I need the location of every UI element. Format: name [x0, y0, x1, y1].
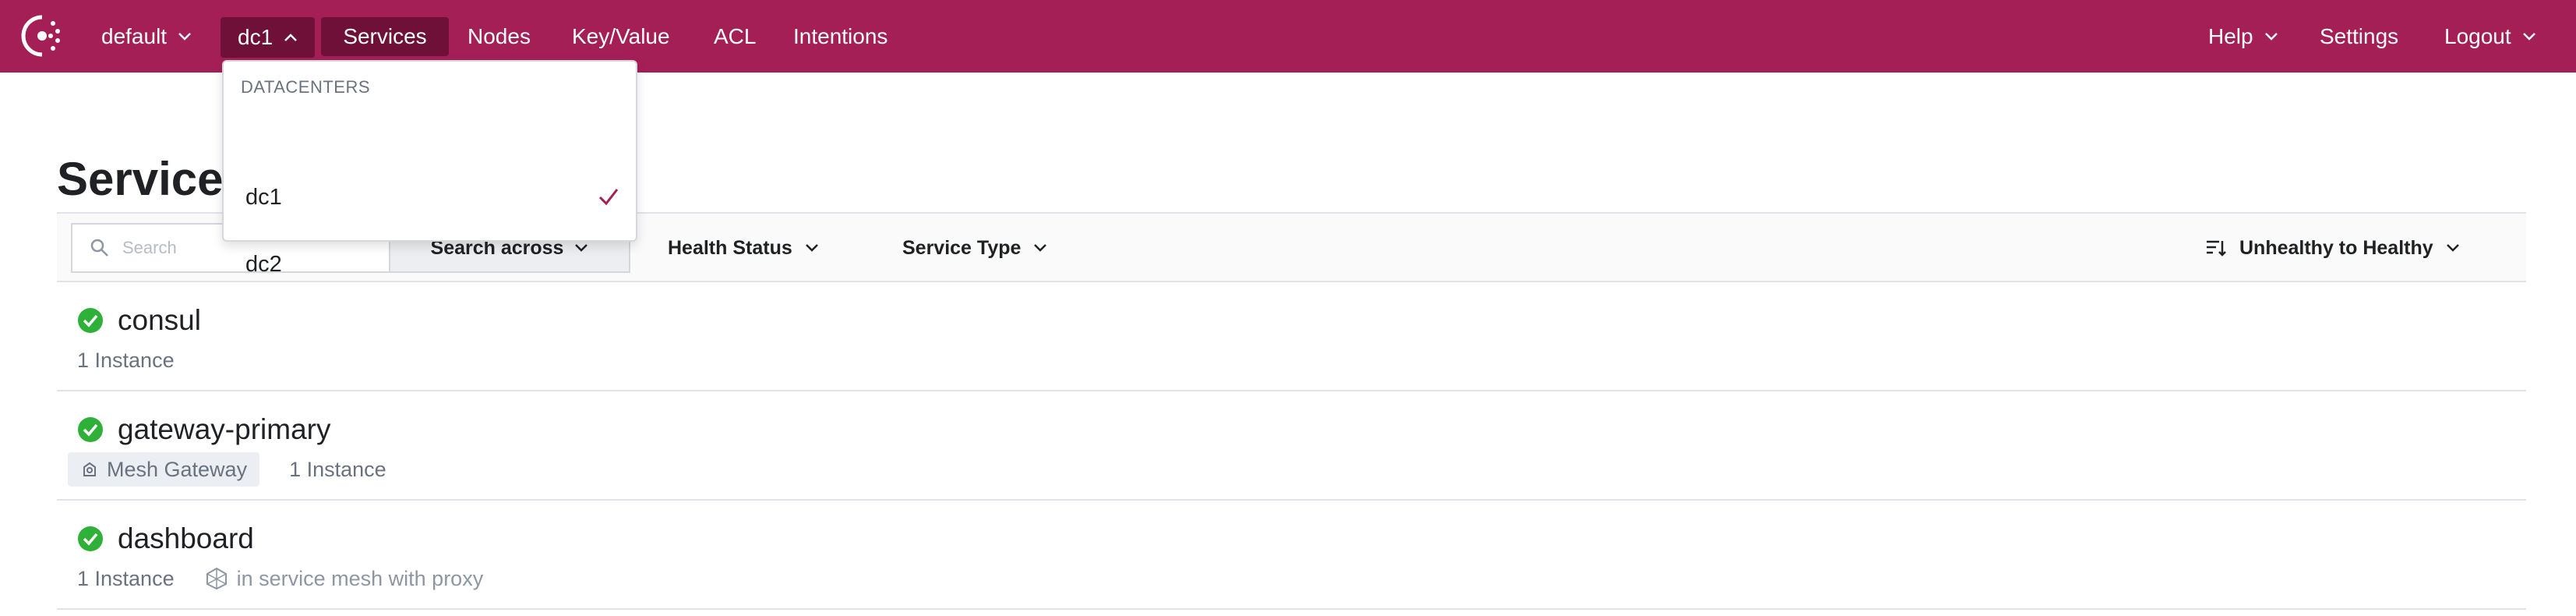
- instance-count: 1 Instance: [77, 348, 175, 372]
- datacenter-option-dc2[interactable]: dc2: [225, 236, 636, 292]
- service-name: dashboard: [118, 522, 254, 554]
- sort-selector[interactable]: Unhealthy to Healthy: [2205, 225, 2460, 271]
- nav-nodes[interactable]: Nodes: [449, 17, 549, 56]
- chevron-down-icon: [178, 33, 191, 41]
- chevron-down-icon: [2264, 33, 2278, 41]
- datacenter-option-label: dc1: [245, 184, 282, 210]
- nav-services-label: Services: [343, 24, 427, 48]
- service-name: gateway-primary: [118, 413, 331, 445]
- health-status-filter[interactable]: Health Status: [668, 225, 819, 271]
- nav-intentions-label: Intentions: [793, 24, 888, 48]
- nav-intentions[interactable]: Intentions: [775, 17, 906, 56]
- check-icon: [598, 189, 619, 206]
- check-circle-icon: [78, 308, 103, 333]
- service-link[interactable]: dashboard: [77, 522, 254, 555]
- datacenter-menu-header: DATACENTERS: [241, 77, 371, 97]
- datacenter-option-label: dc2: [245, 251, 282, 277]
- service-mesh-indicator: in service mesh with proxy: [204, 566, 484, 591]
- check-circle-icon: [78, 526, 103, 551]
- help-menu[interactable]: Help: [2190, 17, 2297, 56]
- nav-services[interactable]: Services: [321, 17, 449, 56]
- help-label: Help: [2208, 24, 2253, 48]
- datacenter-selector[interactable]: dc1: [221, 17, 316, 58]
- nav-acl[interactable]: ACL: [695, 17, 775, 56]
- service-row-dashboard[interactable]: dashboard 1 Instance in service mesh wit…: [57, 501, 2526, 610]
- mesh-gateway-badge: Mesh Gateway: [68, 452, 260, 487]
- nav-nodes-label: Nodes: [468, 24, 531, 48]
- namespace-label: default: [101, 24, 168, 48]
- nav-settings[interactable]: Settings: [2301, 17, 2417, 56]
- datacenter-dropdown: DATACENTERS dc1 dc2: [222, 60, 637, 277]
- check-circle-icon: [78, 417, 103, 442]
- health-status-label: Health Status: [668, 236, 792, 259]
- nav-key-value[interactable]: Key/Value: [553, 17, 689, 56]
- search-icon: [90, 239, 108, 257]
- consul-logo-icon[interactable]: [19, 12, 65, 59]
- datacenter-label: dc1: [238, 25, 273, 49]
- sort-icon: [2207, 240, 2226, 257]
- page-title: Services: [57, 153, 249, 205]
- service-row-consul[interactable]: consul 1 Instance: [57, 282, 2526, 391]
- service-meta: 1 Instance in service mesh with proxy: [77, 561, 483, 596]
- nav-acl-label: ACL: [714, 24, 757, 48]
- service-link[interactable]: consul: [77, 304, 201, 337]
- instance-count: 1 Instance: [77, 566, 175, 590]
- service-mesh-icon: [206, 567, 227, 590]
- datacenter-option-dc1[interactable]: dc1: [225, 169, 636, 225]
- chevron-up-icon: [284, 34, 298, 41]
- chevron-down-icon: [805, 244, 818, 252]
- chevron-down-icon: [2446, 244, 2459, 252]
- badge-label: Mesh Gateway: [107, 457, 248, 481]
- mesh-gateway-icon: [83, 462, 96, 476]
- service-meta: Mesh Gateway 1 Instance: [68, 452, 386, 487]
- service-row-gateway-primary[interactable]: gateway-primary Mesh Gateway 1 Instance: [57, 391, 2526, 501]
- chevron-down-icon: [1034, 244, 1047, 252]
- mesh-label: in service mesh with proxy: [236, 566, 484, 590]
- chevron-down-icon: [2522, 33, 2535, 41]
- instance-count: 1 Instance: [289, 457, 386, 481]
- logout-label: Logout: [2444, 24, 2511, 48]
- service-type-filter[interactable]: Service Type: [902, 225, 1047, 271]
- logout-menu[interactable]: Logout: [2426, 17, 2555, 56]
- service-meta: 1 Instance: [77, 343, 175, 377]
- service-link[interactable]: gateway-primary: [77, 413, 330, 446]
- settings-label: Settings: [2320, 24, 2399, 48]
- sort-label: Unhealthy to Healthy: [2239, 236, 2433, 259]
- namespace-selector[interactable]: default: [83, 17, 210, 56]
- nav-key-value-label: Key/Value: [572, 24, 670, 48]
- service-name: consul: [118, 304, 201, 336]
- service-type-label: Service Type: [902, 236, 1022, 259]
